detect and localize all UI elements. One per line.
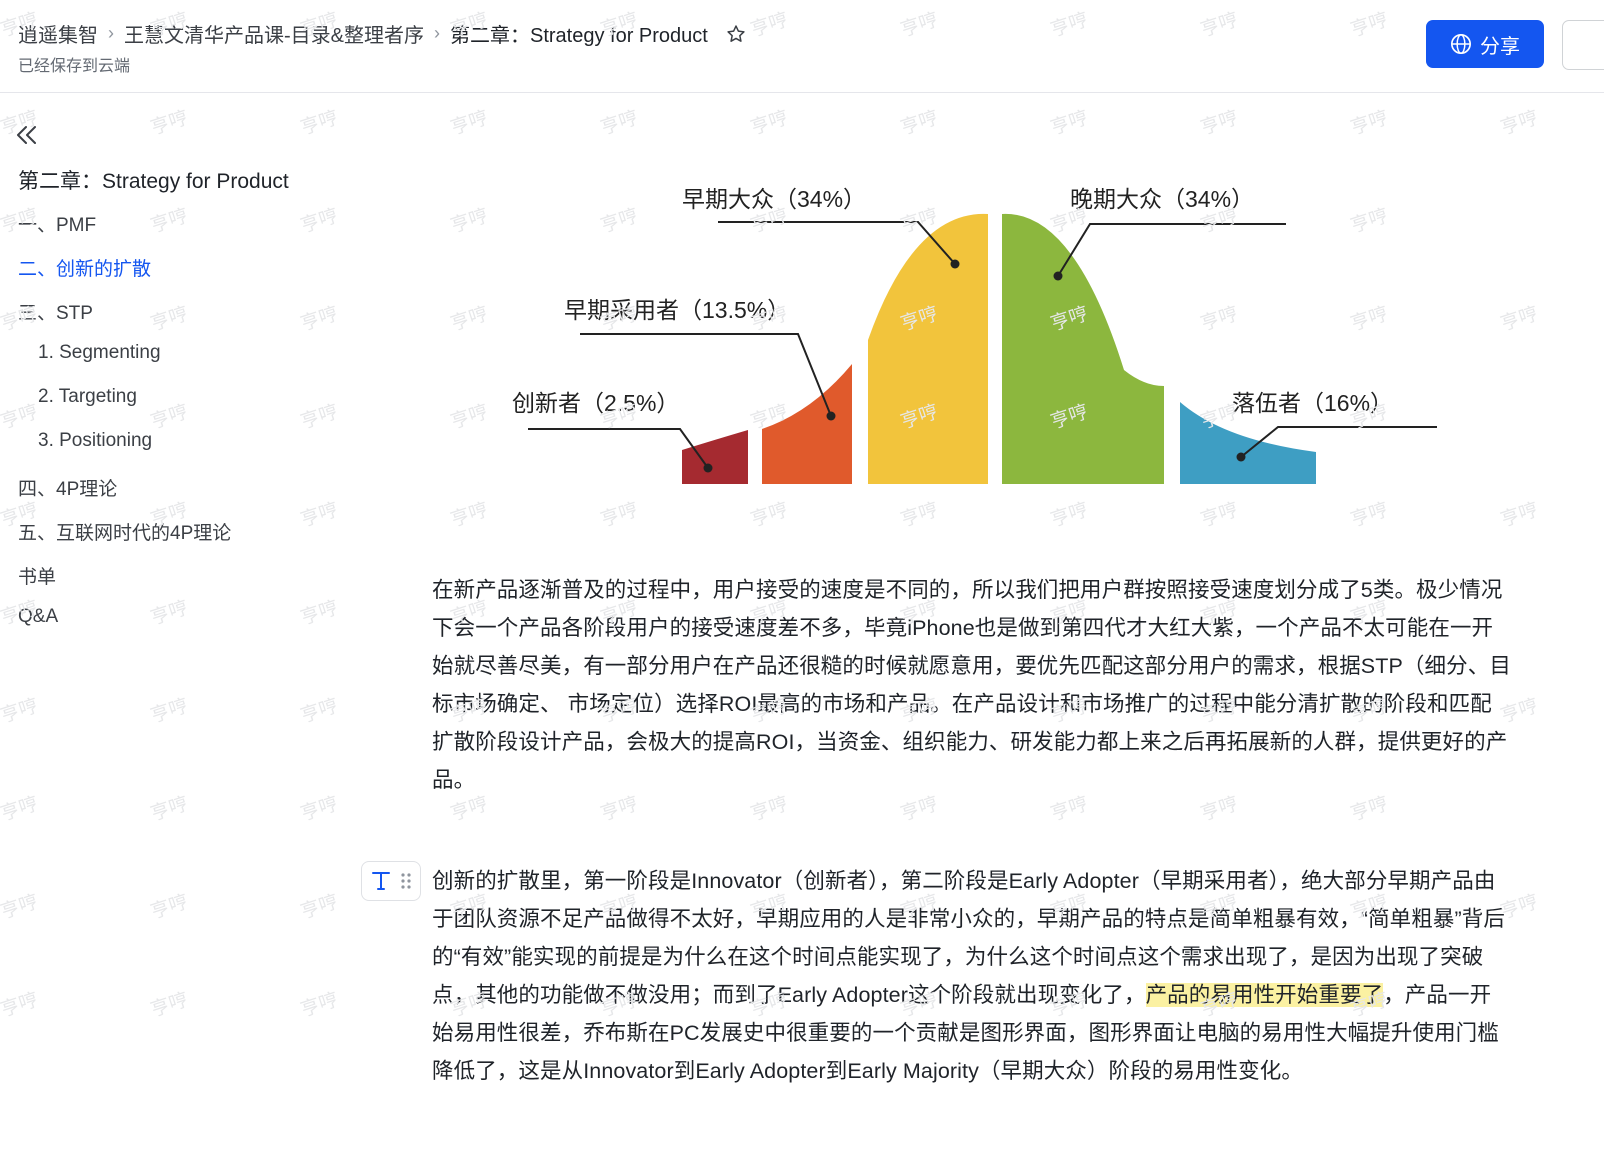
toc-title[interactable]: 第二章：Strategy for Product <box>18 165 289 195</box>
watermark-text: 亨哼 <box>1198 107 1241 140</box>
share-button[interactable]: 分享 <box>1426 20 1544 68</box>
watermark-text: 亨哼 <box>748 107 791 140</box>
watermark-text: 亨哼 <box>1348 499 1391 532</box>
watermark-text: 亨哼 <box>448 205 491 238</box>
watermark-text: 亨哼 <box>448 499 491 532</box>
label-early-adopters: 早期采用者（13.5%） <box>564 297 790 323</box>
toc-item-stp[interactable]: 三、STP <box>18 298 93 325</box>
collapse-sidebar-icon[interactable] <box>14 123 40 152</box>
label-laggards: 落伍者（16%） <box>1232 390 1393 416</box>
breadcrumb-parent-doc[interactable]: 王慧文清华产品课-目录&整理者序 <box>124 19 424 48</box>
watermark-text: 亨哼 <box>1348 107 1391 140</box>
diffusion-curve-image: 创新者（2.5%） 早期采用者（13.5%） 早期大众（34%） 晚期大众（34… <box>494 150 1464 500</box>
leader-dot <box>1053 271 1063 281</box>
watermark-text: 亨哼 <box>748 499 791 532</box>
leader-dot <box>703 463 713 473</box>
more-button[interactable] <box>1562 20 1604 70</box>
globe-icon <box>1451 34 1471 54</box>
breadcrumb: 逍遥集智 › 王慧文清华产品课-目录&整理者序 › 第二章：Strategy f… <box>18 19 746 48</box>
watermark-text: 亨哼 <box>898 499 941 532</box>
toc-item-positioning[interactable]: 3. Positioning <box>38 430 152 452</box>
toc-sidebar: 第二章：Strategy for Product 一、PMF 二、创新的扩散 三… <box>0 93 340 1170</box>
breadcrumb-workspace[interactable]: 逍遥集智 <box>18 19 98 48</box>
top-header: 逍遥集智 › 王慧文清华产品课-目录&整理者序 › 第二章：Strategy f… <box>0 0 1604 93</box>
toc-item-4p[interactable]: 四、4P理论 <box>18 474 117 501</box>
block-handle[interactable] <box>361 861 421 901</box>
watermark-text: 亨哼 <box>1498 499 1541 532</box>
watermark-text: 亨哼 <box>448 107 491 140</box>
watermark-text: 亨哼 <box>898 107 941 140</box>
text-type-icon <box>372 872 390 890</box>
label-late-majority: 晚期大众（34%） <box>1070 186 1254 212</box>
breadcrumb-current-doc[interactable]: 第二章：Strategy for Product <box>450 19 708 48</box>
leader-dot <box>1236 452 1246 462</box>
label-innovators: 创新者（2.5%） <box>512 390 679 416</box>
watermark-text: 亨哼 <box>448 401 491 434</box>
toc-item-diffusion[interactable]: 二、创新的扩散 <box>18 254 151 281</box>
star-icon[interactable] <box>726 24 746 44</box>
diffusion-chart: 创新者（2.5%） 早期采用者（13.5%） 早期大众（34%） 晚期大众（34… <box>494 150 1464 500</box>
chevron-right-icon: › <box>108 23 114 43</box>
watermark-text: 亨哼 <box>1498 107 1541 140</box>
watermark-text: 亨哼 <box>598 499 641 532</box>
toc-item-pmf[interactable]: 一、PMF <box>18 210 96 237</box>
share-button-label: 分享 <box>1480 35 1520 58</box>
watermark-text: 亨哼 <box>1048 499 1091 532</box>
watermark-text: 亨哼 <box>1198 499 1241 532</box>
drag-handle-icon <box>401 873 411 889</box>
leader-dot <box>950 259 960 269</box>
chevron-right-icon: › <box>434 23 440 43</box>
save-status: 已经保存到云端 <box>18 58 131 75</box>
label-early-majority: 早期大众（34%） <box>682 186 866 212</box>
toc-item-booklist[interactable]: 书单 <box>18 562 56 589</box>
watermark-text: 亨哼 <box>448 303 491 336</box>
watermark-text: 亨哼 <box>598 107 641 140</box>
toc-item-targeting[interactable]: 2. Targeting <box>38 386 137 408</box>
toc-item-qa[interactable]: Q&A <box>18 606 58 628</box>
paragraph-diffusion-stages: 创新的扩散里，第一阶段是Innovator（创新者），第二阶段是Early Ad… <box>432 862 1512 1090</box>
toc-item-segmenting[interactable]: 1. Segmenting <box>38 342 161 364</box>
highlighted-text: 产品的易用性开始重要了 <box>1145 983 1384 1007</box>
paragraph-adoption-speed: 在新产品逐渐普及的过程中，用户接受的速度是不同的，所以我们把用户群按照接受速度划… <box>432 578 1511 792</box>
toc-item-internet-4p[interactable]: 五、互联网时代的4P理论 <box>18 518 231 545</box>
watermark-text: 亨哼 <box>1498 303 1541 336</box>
watermark-text: 亨哼 <box>1048 107 1091 140</box>
leader-dot <box>826 411 836 421</box>
